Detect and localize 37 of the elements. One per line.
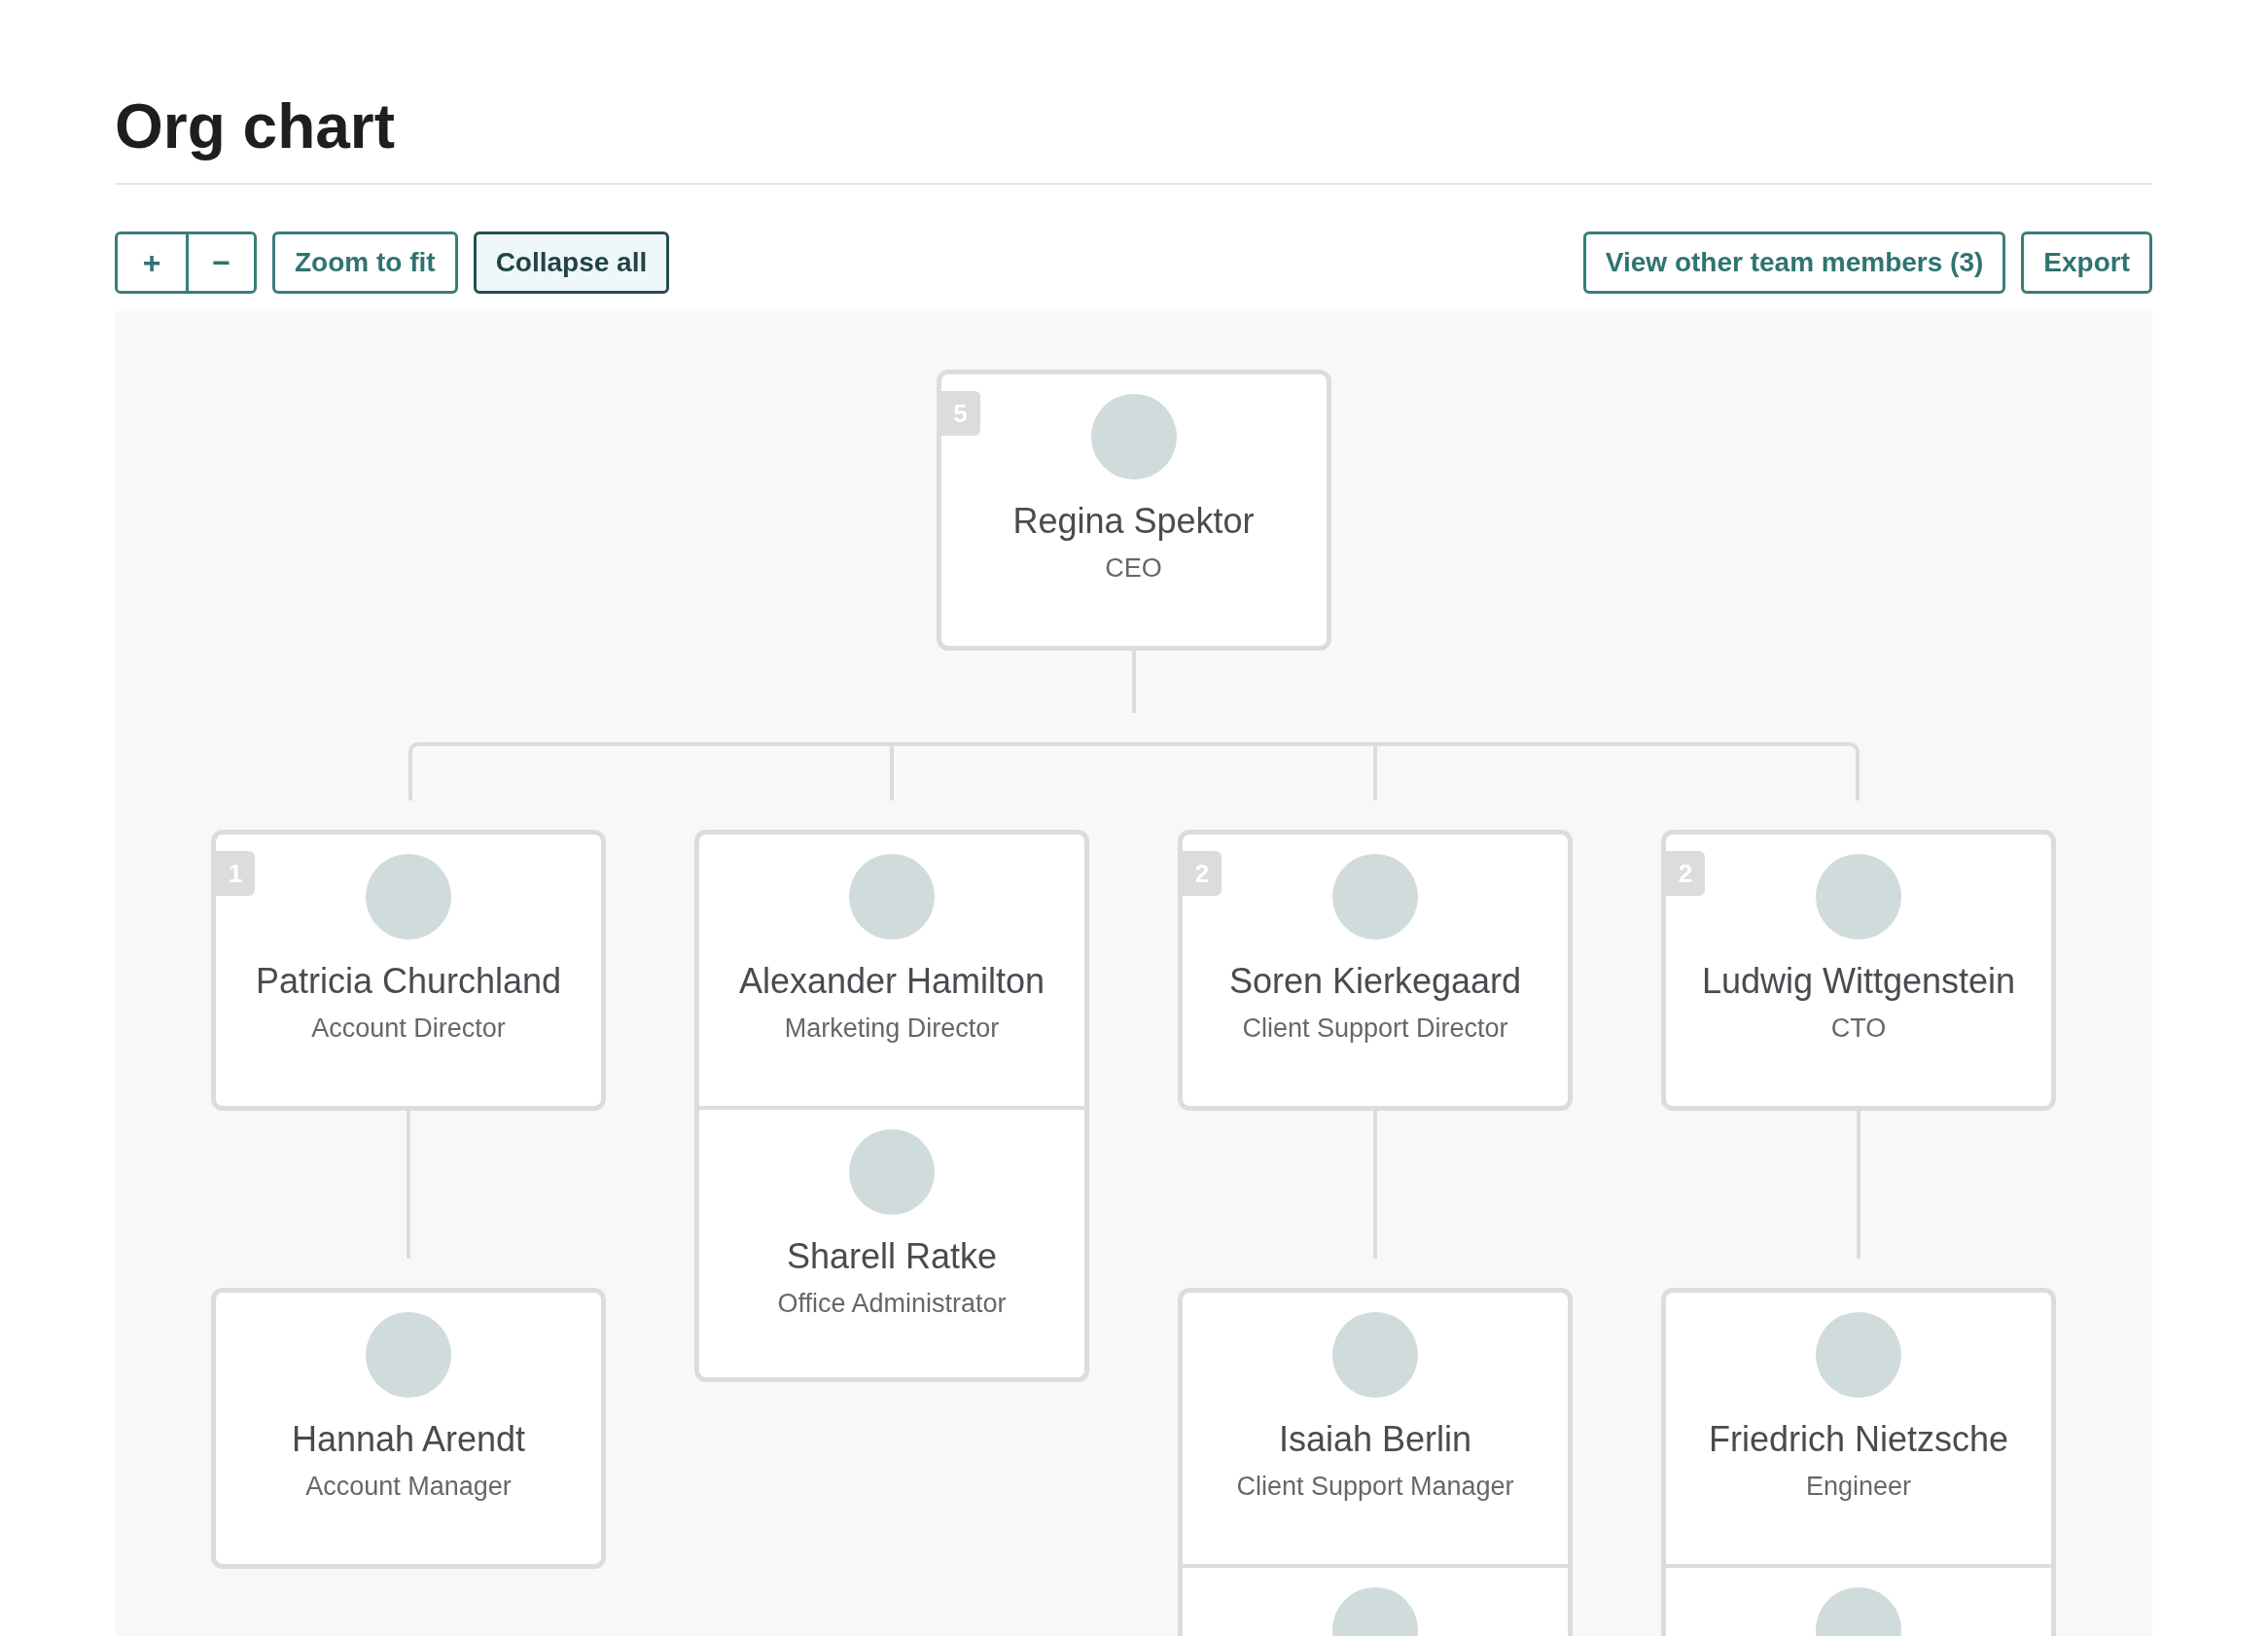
avatar-icon — [1090, 394, 1177, 480]
page-title: Org chart — [115, 90, 396, 163]
toolbar-button[interactable]: Collapse all — [473, 231, 670, 294]
avatar-icon — [1332, 854, 1418, 940]
person-role: Engineer — [1805, 1472, 1912, 1502]
zoom-out-button[interactable]: − — [186, 234, 254, 291]
person-name: Friedrich Nietzsche — [1708, 1419, 2009, 1460]
person-name: Regina Spektor — [1012, 501, 1255, 542]
avatar-icon — [849, 1129, 935, 1215]
avatar-icon — [849, 854, 935, 940]
toolbar-button[interactable]: Export — [2021, 231, 2152, 294]
person-role: Office Administrator — [777, 1289, 1007, 1319]
person-card[interactable]: Friedrich Nietzsche Engineer — [1661, 1288, 2056, 1636]
person-name: Alexander Hamilton — [738, 961, 1045, 1002]
person-name: Sharell Ratke — [786, 1236, 998, 1277]
person-name: Patricia Churchland — [255, 961, 562, 1002]
avatar-icon — [1816, 1312, 1901, 1398]
person-name: Hannah Arendt — [291, 1419, 526, 1460]
person-role: CEO — [1105, 553, 1162, 584]
person-role: Account Director — [311, 1014, 506, 1044]
toolbar-button[interactable]: Zoom to fit — [272, 231, 458, 294]
person-name: Soren Kierkegaard — [1228, 961, 1522, 1002]
avatar-icon — [1816, 854, 1901, 940]
person-card[interactable]: Alexander Hamilton Marketing Director Sharell Ratke Office Administrator — [694, 830, 1089, 1382]
person-card[interactable]: Hannah Arendt Account Manager — [211, 1288, 606, 1569]
avatar-icon — [366, 1312, 451, 1398]
person-role: Account Manager — [305, 1472, 512, 1502]
person-name: Isaiah Berlin — [1278, 1419, 1472, 1460]
avatar-icon — [1332, 1312, 1418, 1398]
person-role: Client Support Manager — [1236, 1472, 1514, 1502]
person-role: Client Support Director — [1242, 1014, 1508, 1044]
person-name: Ludwig Wittgenstein — [1701, 961, 2016, 1002]
avatar-icon — [366, 854, 451, 940]
person-role: CTO — [1830, 1014, 1887, 1044]
person-card[interactable]: Isaiah Berlin Client Support Manager — [1178, 1288, 1573, 1636]
person-role: Marketing Director — [784, 1014, 1000, 1044]
toolbar-button[interactable]: View other team members (3) — [1582, 231, 2006, 294]
